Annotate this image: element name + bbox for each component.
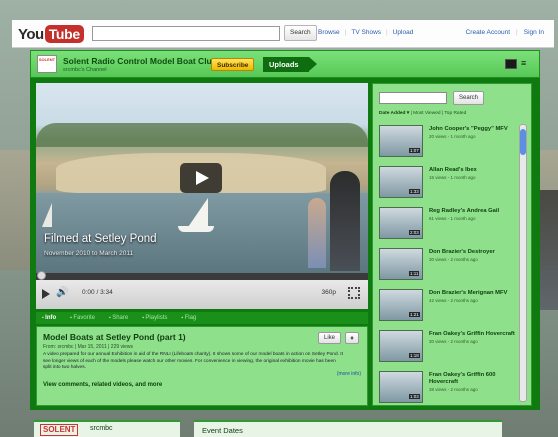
logo-you: You	[18, 25, 44, 43]
youtube-logo[interactable]: You Tube	[18, 24, 84, 44]
dislike-icon[interactable]: ♦	[345, 332, 359, 344]
tab-share[interactable]: Share	[109, 312, 128, 324]
video-item-title[interactable]: John Cooper's "Peggy" MFV	[429, 126, 519, 133]
video-item-meta: 38 views - 2 months ago	[429, 387, 478, 392]
channel-title: Solent Radio Control Model Boat Club	[63, 56, 217, 66]
list-item[interactable]: 1:03 Fran Oakey's Griffin 600 Hovercraft…	[379, 368, 519, 405]
subscribe-button[interactable]: Subscribe	[211, 58, 255, 71]
view-comments-link[interactable]: View comments, related videos, and more	[43, 382, 162, 388]
quality-selector[interactable]: 360p	[322, 289, 336, 296]
more-info-link[interactable]: (more info)	[337, 371, 361, 377]
grid-view-icon[interactable]	[505, 59, 517, 69]
list-item[interactable]: 1:33 Allan Read's Ibex 15 views - 1 month…	[379, 163, 519, 204]
video-item-meta: 30 views - 2 months ago	[429, 257, 478, 262]
channel-name[interactable]: srcmbc	[90, 425, 113, 432]
account-links: Create Account | Sign In	[466, 29, 544, 36]
club-logo: SOLENT	[40, 424, 79, 436]
nav-tv-shows[interactable]: TV Shows	[351, 29, 381, 36]
video-overlay-subtitle: November 2010 to March 2011	[44, 250, 134, 257]
sign-in-link[interactable]: Sign In	[524, 29, 544, 36]
progress-bar[interactable]	[36, 271, 368, 280]
video-overlay-title: Filmed at Setley Pond	[44, 233, 157, 245]
video-item-meta: 30 views - 2 months ago	[429, 339, 478, 344]
channel-search-button[interactable]: Search	[453, 91, 485, 105]
video-item-title[interactable]: Don Brazier's Destroyer	[429, 249, 519, 256]
video-duration: 1:07	[409, 148, 420, 153]
video-trees	[36, 123, 368, 147]
time-display: 0:00 / 3:34	[82, 289, 113, 296]
tab-favorite[interactable]: Favorite	[70, 312, 95, 324]
video-duration: 1:18	[409, 353, 420, 358]
scrollbar-thumb[interactable]	[520, 129, 526, 155]
list-item[interactable]: 1:11 Don Brazier's Destroyer 30 views - 2…	[379, 245, 519, 286]
logo-tube: Tube	[44, 25, 84, 43]
nav-separator: |	[344, 29, 347, 36]
tab-flag[interactable]: Flag	[181, 312, 197, 324]
sort-options: Date Added ▾ | Most Viewed | Top Rated	[379, 111, 466, 116]
search-button[interactable]: Search	[284, 25, 317, 41]
list-item[interactable]: 2:03 Reg Radley's Andrea Gail 61 views - …	[379, 204, 519, 245]
info-panel: Model Boats at Setley Pond (part 1) From…	[36, 326, 368, 406]
top-nav: Browse | TV Shows | Upload	[318, 29, 413, 36]
video-list: 1:07 John Cooper's "Peggy" MFV 20 views -…	[379, 122, 519, 405]
uploads-tab[interactable]: Uploads	[263, 57, 317, 72]
sort-date-added[interactable]: Date Added ▾	[379, 111, 409, 116]
video-item-meta: 20 views - 1 month ago	[429, 134, 476, 139]
list-item[interactable]: 1:07 John Cooper's "Peggy" MFV 20 views -…	[379, 122, 519, 163]
video-duration: 1:03	[409, 394, 420, 399]
child-figure	[308, 198, 326, 268]
video-item-meta: 15 views - 1 month ago	[429, 175, 476, 180]
boat-hull	[178, 226, 214, 232]
channel-search-input[interactable]	[379, 92, 447, 104]
video-item-title[interactable]: Fran Oakey's Griffin Hovercraft	[429, 331, 519, 338]
nav-separator: |	[386, 29, 388, 36]
video-title: Model Boats at Setley Pond (part 1)	[43, 332, 186, 342]
like-button[interactable]: Like	[317, 332, 341, 344]
video-item-title[interactable]: Don Brazier's Merignan MFV	[429, 290, 519, 297]
sidebar-scrollbar[interactable]	[519, 124, 527, 402]
nav-browse[interactable]: Browse	[318, 29, 340, 36]
channel-bar: SOLENT Solent Radio Control Model Boat C…	[30, 50, 540, 78]
action-tabs: Info Favorite Share Playlists Flag	[36, 312, 368, 324]
video-duration: 1:33	[409, 189, 420, 194]
video-item-title[interactable]: Fran Oakey's Griffin 600 Hovercraft	[429, 372, 519, 386]
video-duration: 1:11	[409, 271, 420, 276]
video-item-meta: 61 views - 1 month ago	[429, 216, 476, 221]
video-meta: From: srcmbc | Mar 15, 2011 | 229 views	[43, 344, 134, 350]
uploads-sidebar: Search Date Added ▾ | Most Viewed | Top …	[372, 83, 532, 406]
video-player[interactable]: Filmed at Setley Pond November 2010 to M…	[36, 83, 368, 309]
search-input[interactable]	[92, 26, 280, 41]
player-controls: 🔊 0:00 / 3:34 360p	[36, 280, 368, 309]
tab-info[interactable]: Info	[42, 312, 56, 324]
big-play-icon[interactable]	[180, 163, 222, 193]
top-bar: You Tube Search Browse | TV Shows | Uplo…	[12, 20, 554, 48]
volume-icon[interactable]: 🔊	[56, 287, 68, 299]
list-item[interactable]: 1:21 Don Brazier's Merignan MFV 42 views …	[379, 286, 519, 327]
video-item-title[interactable]: Reg Radley's Andrea Gail	[429, 208, 519, 215]
video-description: A video prepared for our annual Exhibiti…	[43, 352, 343, 370]
play-icon[interactable]	[42, 289, 50, 299]
video-duration: 1:21	[409, 312, 420, 317]
video-item-meta: 42 views - 2 months ago	[429, 298, 478, 303]
event-dates-heading: Event Dates	[194, 420, 502, 437]
list-view-icon[interactable]: ≡	[521, 59, 531, 69]
video-duration: 2:03	[409, 230, 420, 235]
channel-subtitle: srcmbc's Channel	[63, 67, 107, 73]
nav-separator: |	[516, 29, 518, 36]
sort-top-rated[interactable]: Top Rated	[444, 111, 466, 116]
sailboat-icon	[42, 203, 52, 227]
channel-info-strip: SOLENT srcmbc	[34, 420, 180, 437]
fullscreen-icon[interactable]	[348, 287, 360, 299]
sort-most-viewed[interactable]: Most Viewed	[413, 111, 440, 116]
tab-playlists[interactable]: Playlists	[142, 312, 167, 324]
video-frame[interactable]: Filmed at Setley Pond November 2010 to M…	[36, 83, 368, 273]
progress-knob[interactable]	[37, 271, 46, 280]
video-item-title[interactable]: Allan Read's Ibex	[429, 167, 519, 174]
list-item[interactable]: 1:18 Fran Oakey's Griffin Hovercraft 30 v…	[379, 327, 519, 368]
nav-upload[interactable]: Upload	[393, 29, 414, 36]
create-account-link[interactable]: Create Account	[466, 29, 510, 36]
channel-avatar[interactable]: SOLENT	[37, 55, 57, 73]
adult-figure	[330, 171, 360, 271]
channel-frame: SOLENT Solent Radio Control Model Boat C…	[30, 50, 540, 410]
